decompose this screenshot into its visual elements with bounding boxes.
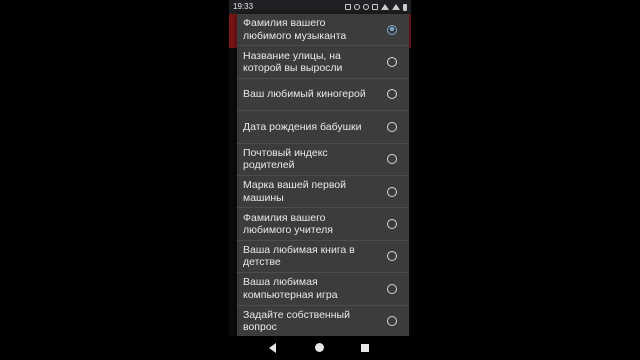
option-musician[interactable]: Фамилия вашего любимого музыканта bbox=[237, 14, 409, 47]
radio-unchecked-icon[interactable] bbox=[387, 57, 397, 68]
radio-unchecked-icon[interactable] bbox=[387, 186, 397, 197]
option-label: Ваш любимый киногерой bbox=[243, 88, 366, 101]
option-teacher[interactable]: Фамилия вашего любимого учителя bbox=[237, 208, 409, 241]
phone-screen: 19:33 Фамилия вашего любимого музыканта … bbox=[229, 0, 411, 360]
gmail-icon bbox=[345, 4, 351, 10]
navigation-bar bbox=[229, 336, 411, 360]
option-childhood-book[interactable]: Ваша любимая книга в детстве bbox=[237, 241, 409, 274]
option-parents-postcode[interactable]: Почтовый индекс родителей bbox=[237, 144, 409, 176]
option-label: Задайте собственный вопрос bbox=[243, 308, 350, 334]
recent-apps-icon[interactable] bbox=[361, 344, 369, 352]
option-label: Ваша любимая книга в детстве bbox=[243, 243, 355, 269]
option-label: Ваша любимая компьютерная игра bbox=[243, 276, 338, 301]
radio-unchecked-icon[interactable] bbox=[387, 89, 397, 100]
status-bar: 19:33 bbox=[229, 0, 411, 14]
option-label: Фамилия вашего любимого учителя bbox=[243, 211, 333, 237]
option-label: Марка вашей первой машины bbox=[243, 179, 347, 204]
option-computer-game[interactable]: Ваша любимая компьютерная игра bbox=[237, 273, 409, 306]
home-icon[interactable] bbox=[315, 343, 324, 352]
wifi-icon bbox=[381, 4, 389, 10]
minus-icon bbox=[363, 4, 369, 10]
signal-icon bbox=[392, 4, 400, 10]
option-custom-question[interactable]: Задайте собственный вопрос bbox=[237, 306, 409, 336]
option-label: Фамилия вашего любимого музыканта bbox=[243, 17, 347, 42]
status-time: 19:33 bbox=[233, 2, 254, 11]
vibrate-icon bbox=[372, 4, 378, 10]
radio-unchecked-icon[interactable] bbox=[387, 121, 397, 132]
radio-unchecked-icon[interactable] bbox=[387, 283, 397, 294]
radio-checked-icon[interactable] bbox=[387, 24, 397, 35]
radio-unchecked-icon[interactable] bbox=[387, 154, 397, 165]
option-label: Название улицы, на которой вы выросли bbox=[243, 49, 343, 75]
option-label: Почтовый индекс родителей bbox=[243, 146, 328, 172]
option-grandmother-birthday[interactable]: Дата рождения бабушки bbox=[237, 111, 409, 144]
alarm-icon bbox=[354, 4, 360, 10]
option-first-car[interactable]: Марка вашей первой машины bbox=[237, 176, 409, 209]
status-icons bbox=[345, 0, 407, 14]
back-icon[interactable] bbox=[269, 343, 276, 353]
option-movie-hero[interactable]: Ваш любимый киногерой bbox=[237, 79, 409, 112]
radio-unchecked-icon[interactable] bbox=[387, 251, 397, 262]
battery-icon bbox=[403, 3, 407, 11]
security-question-dialog: Фамилия вашего любимого музыканта Назван… bbox=[237, 14, 409, 336]
option-label: Дата рождения бабушки bbox=[243, 120, 362, 133]
radio-unchecked-icon[interactable] bbox=[387, 316, 397, 327]
option-street[interactable]: Название улицы, на которой вы выросли bbox=[237, 46, 409, 79]
radio-unchecked-icon[interactable] bbox=[387, 219, 397, 230]
